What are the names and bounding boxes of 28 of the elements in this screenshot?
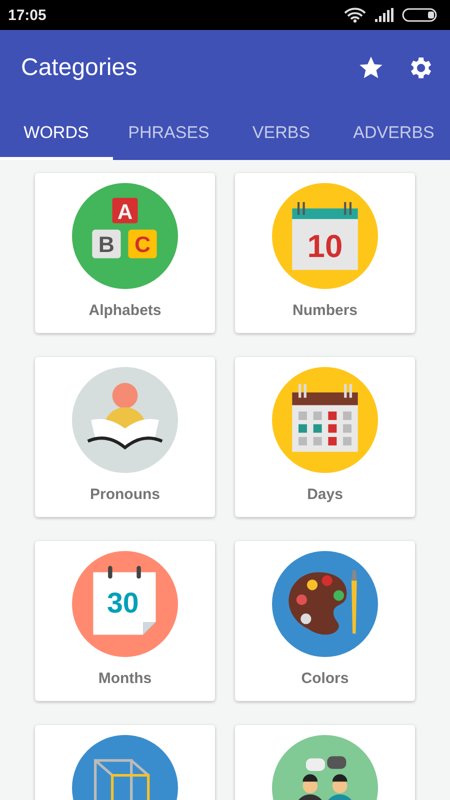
category-label: Numbers: [292, 302, 358, 319]
palette-icon: [272, 551, 378, 657]
category-card[interactable]: Pronouns: [35, 357, 215, 517]
category-label: Alphabets: [88, 302, 162, 319]
app-title: Categories: [21, 54, 138, 82]
category-card[interactable]: 10 Numbers: [235, 173, 415, 333]
tab[interactable]: WORDS: [0, 106, 112, 160]
category-label: Days: [307, 486, 343, 503]
category-card[interactable]: A B C Alphabets: [35, 173, 215, 333]
category-label: Pronouns: [90, 486, 160, 503]
signal-icon: [374, 8, 394, 22]
star-icon[interactable]: [358, 55, 384, 81]
reading-person-icon: [72, 367, 178, 473]
status-time: 17:05: [8, 6, 48, 24]
calendar-page-icon: 30: [72, 551, 178, 657]
calendar-icon: [272, 367, 378, 473]
category-card[interactable]: Days: [235, 357, 415, 517]
tab[interactable]: ADVERBS: [338, 106, 450, 160]
category-card[interactable]: 30 Months: [35, 541, 215, 701]
category-label: Colors: [301, 670, 349, 687]
abc-blocks-icon: A B C: [72, 183, 178, 289]
battery-icon: [402, 8, 438, 22]
tab[interactable]: PHRASES: [112, 106, 225, 160]
category-label: Months: [98, 670, 152, 687]
wifi-icon: [344, 7, 366, 23]
category-card[interactable]: Colors: [235, 541, 415, 701]
tab[interactable]: VERBS: [225, 106, 338, 160]
calendar-icon: 10: [272, 183, 378, 289]
